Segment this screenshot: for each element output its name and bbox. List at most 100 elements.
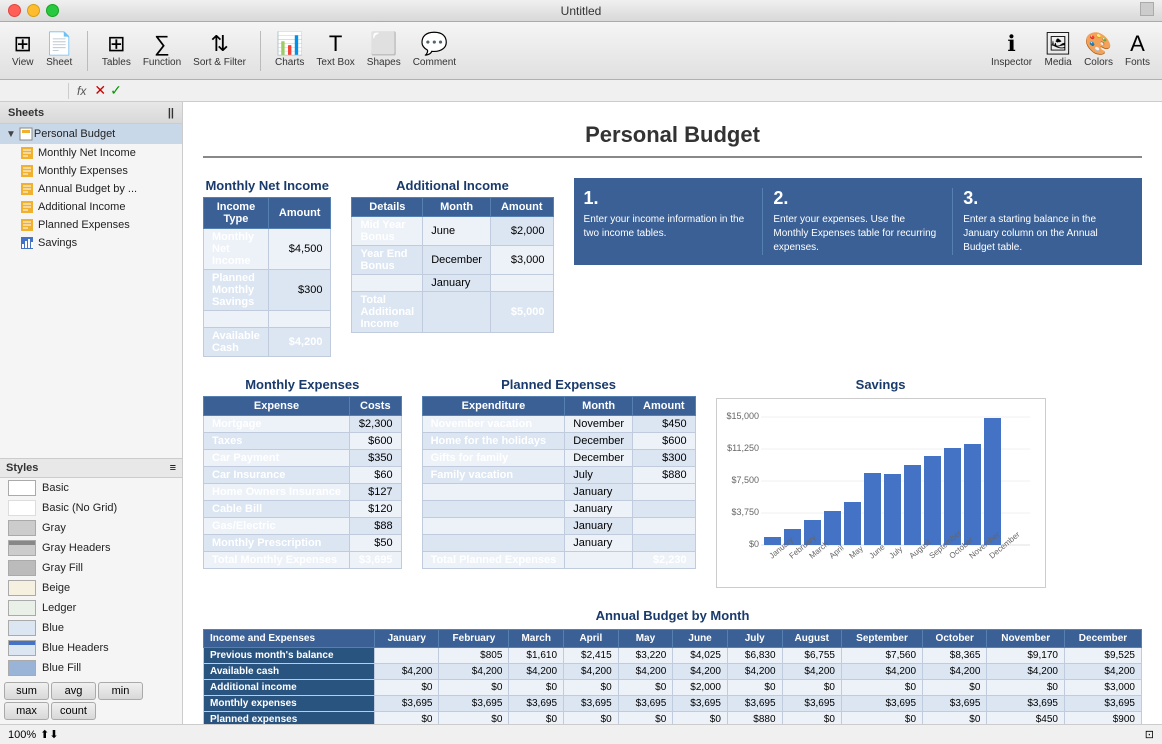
pe-empty4-month[interactable]: January: [565, 535, 633, 552]
sheet-item-additional-income[interactable]: Additional Income: [0, 198, 182, 216]
ab-prev-feb[interactable]: $805: [439, 648, 509, 664]
ab-pexp-dec[interactable]: $900: [1064, 712, 1141, 725]
formula-cancel-button[interactable]: ✕: [94, 82, 106, 99]
ab-pexp-aug[interactable]: $0: [782, 712, 841, 725]
avg-button[interactable]: avg: [51, 682, 96, 700]
zoom-stepper[interactable]: ⬆⬇: [40, 728, 58, 741]
pe-empty3-month[interactable]: January: [565, 518, 633, 535]
table-row[interactable]: Home for the holidays December $600: [422, 433, 695, 450]
ab-prev-aug[interactable]: $6,755: [782, 648, 841, 664]
ab-mexp-may[interactable]: $3,695: [618, 696, 673, 712]
ab-prev-mar[interactable]: $1,610: [509, 648, 564, 664]
table-row[interactable]: Mortgage $2,300: [204, 416, 402, 433]
pe-row1-month[interactable]: November: [565, 416, 633, 433]
sheet-nav[interactable]: ⊡: [1145, 728, 1154, 741]
style-item-blue[interactable]: Blue: [0, 618, 182, 638]
ab-cash-apr[interactable]: $4,200: [564, 664, 619, 680]
sheet-item-personal-budget[interactable]: ▼ Personal Budget: [0, 124, 182, 144]
ab-mexp-dec[interactable]: $3,695: [1064, 696, 1141, 712]
table-row[interactable]: Car Payment $350: [204, 450, 402, 467]
ai-row1-month[interactable]: June: [423, 217, 491, 246]
ab-pexp-nov[interactable]: $450: [987, 712, 1065, 725]
style-item-blue-fill[interactable]: Blue Fill: [0, 658, 182, 678]
table-row[interactable]: Family vacation July $880: [422, 467, 695, 484]
ab-row-prev-balance[interactable]: Previous month's balance $805 $1,610 $2,…: [204, 648, 1142, 664]
ab-cash-feb[interactable]: $4,200: [439, 664, 509, 680]
sheet-item-monthly-expenses[interactable]: Monthly Expenses: [0, 162, 182, 180]
table-row[interactable]: Home Owners Insurance $127: [204, 484, 402, 501]
textbox-button[interactable]: T Text Box: [316, 33, 354, 68]
ab-cash-oct[interactable]: $4,200: [923, 664, 987, 680]
min-button[interactable]: min: [98, 682, 143, 700]
pe-row3-amt[interactable]: $300: [633, 450, 696, 467]
ab-addl-apr[interactable]: $0: [564, 680, 619, 696]
ab-prev-apr[interactable]: $2,415: [564, 648, 619, 664]
shapes-button[interactable]: ⬜ Shapes: [367, 33, 401, 68]
formula-input[interactable]: [126, 85, 1158, 97]
pe-row2-amt[interactable]: $600: [633, 433, 696, 450]
ab-prev-oct[interactable]: $8,365: [923, 648, 987, 664]
table-row[interactable]: Mid Year Bonus June $2,000: [352, 217, 553, 246]
ab-addl-jul[interactable]: $0: [727, 680, 782, 696]
ab-addl-mar[interactable]: $0: [509, 680, 564, 696]
ab-prev-may[interactable]: $3,220: [618, 648, 673, 664]
sheet-item-savings[interactable]: Savings: [0, 234, 182, 252]
ab-addl-sep[interactable]: $0: [841, 680, 922, 696]
style-item-basic[interactable]: Basic: [0, 478, 182, 498]
ab-pexp-sep[interactable]: $0: [841, 712, 922, 725]
ab-row-available-cash[interactable]: Available cash $4,200 $4,200 $4,200 $4,2…: [204, 664, 1142, 680]
ab-cash-dec[interactable]: $4,200: [1064, 664, 1141, 680]
ab-row-additional-income[interactable]: Additional income $0 $0 $0 $0 $0 $2,000 …: [204, 680, 1142, 696]
ab-addl-jun[interactable]: $2,000: [673, 680, 728, 696]
window-zoom[interactable]: [1140, 2, 1154, 19]
formula-accept-button[interactable]: ✓: [110, 82, 122, 99]
style-item-gray[interactable]: Gray: [0, 518, 182, 538]
maximize-button[interactable]: [46, 4, 59, 17]
pe-empty1-month[interactable]: January: [565, 484, 633, 501]
me-taxes-amt[interactable]: $600: [350, 433, 402, 450]
ai-empty-month[interactable]: January: [423, 275, 491, 292]
table-row[interactable]: Cable Bill $120: [204, 501, 402, 518]
sidebar-collapse[interactable]: ||: [168, 107, 174, 119]
table-row[interactable]: Gifts for family December $300: [422, 450, 695, 467]
fonts-button[interactable]: A Fonts: [1125, 33, 1150, 68]
sum-button[interactable]: sum: [4, 682, 49, 700]
ab-cash-mar[interactable]: $4,200: [509, 664, 564, 680]
ab-addl-aug[interactable]: $0: [782, 680, 841, 696]
ab-cash-jun[interactable]: $4,200: [673, 664, 728, 680]
ab-pexp-oct[interactable]: $0: [923, 712, 987, 725]
mni-row2-amount[interactable]: $300: [268, 270, 331, 311]
ab-row-planned-expenses[interactable]: Planned expenses $0 $0 $0 $0 $0 $0 $880 …: [204, 712, 1142, 725]
table-row[interactable]: Taxes $600: [204, 433, 402, 450]
count-button[interactable]: count: [51, 702, 96, 720]
style-item-basic-no-grid[interactable]: Basic (No Grid): [0, 498, 182, 518]
ab-pexp-jan[interactable]: $0: [375, 712, 439, 725]
ab-mexp-nov[interactable]: $3,695: [987, 696, 1065, 712]
mni-row1-amount[interactable]: $4,500: [268, 229, 331, 270]
ai-row2-month[interactable]: December: [423, 246, 491, 275]
sort-filter-button[interactable]: ⇅ Sort & Filter: [193, 33, 246, 68]
ab-addl-jan[interactable]: $0: [375, 680, 439, 696]
me-mortgage-amt[interactable]: $2,300: [350, 416, 402, 433]
table-row[interactable]: Gas/Electric $88: [204, 518, 402, 535]
ab-mexp-aug[interactable]: $3,695: [782, 696, 841, 712]
ab-prev-jul[interactable]: $6,830: [727, 648, 782, 664]
table-row[interactable]: Planned Monthly Savings $300: [204, 270, 331, 311]
ab-cash-sep[interactable]: $4,200: [841, 664, 922, 680]
sheet-item-annual-budget[interactable]: Annual Budget by ...: [0, 180, 182, 198]
colors-button[interactable]: 🎨 Colors: [1084, 33, 1113, 68]
pe-row2-month[interactable]: December: [565, 433, 633, 450]
sheet-item-monthly-net-income[interactable]: Monthly Net Income: [0, 144, 182, 162]
ab-cash-jan[interactable]: $4,200: [375, 664, 439, 680]
pe-row4-month[interactable]: July: [565, 467, 633, 484]
table-row[interactable]: Car Insurance $60: [204, 467, 402, 484]
ai-row2-amount[interactable]: $3,000: [490, 246, 553, 275]
me-cable-amt[interactable]: $120: [350, 501, 402, 518]
comment-button[interactable]: 💬 Comment: [413, 33, 456, 68]
table-row[interactable]: Monthly Net Income $4,500: [204, 229, 331, 270]
ab-cash-nov[interactable]: $4,200: [987, 664, 1065, 680]
ai-row1-amount[interactable]: $2,000: [490, 217, 553, 246]
ab-pexp-apr[interactable]: $0: [564, 712, 619, 725]
table-row[interactable]: Monthly Prescription $50: [204, 535, 402, 552]
inspector-button[interactable]: ℹ Inspector: [991, 33, 1032, 68]
